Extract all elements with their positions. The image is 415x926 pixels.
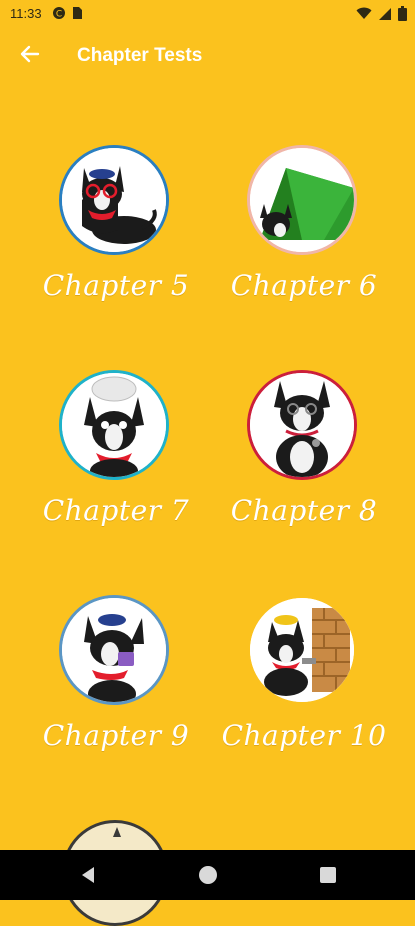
app-bar: Chapter Tests	[0, 28, 415, 84]
chef-dog-illustration-icon	[62, 373, 166, 477]
chapter-image-8	[247, 370, 357, 480]
chapter-card-6[interactable]: Chapter 6	[209, 145, 399, 320]
triangle-back-icon	[82, 867, 94, 883]
system-nav-bar	[0, 850, 415, 900]
chapter-label: Chapter 10	[221, 719, 387, 752]
page-title: Chapter Tests	[77, 45, 203, 66]
chapter-label: Chapter 7	[42, 494, 190, 527]
chapter-label: Chapter 6	[230, 269, 378, 302]
chapter-image-5	[59, 145, 169, 255]
chapter-label: Chapter 5	[42, 269, 190, 302]
signal-icon	[378, 7, 392, 24]
app-notification-icon: C	[52, 6, 66, 23]
dog-illustration-icon	[62, 148, 166, 252]
chapter-card-5[interactable]: Chapter 5	[21, 145, 211, 320]
status-right-icons	[356, 6, 407, 24]
chapter-image-6	[247, 145, 357, 255]
chapter-image-9	[59, 595, 169, 705]
sim-card-icon	[72, 6, 83, 23]
arrow-left-icon	[20, 45, 40, 68]
builder-dog-illustration-icon	[250, 598, 354, 702]
nav-home-button[interactable]	[199, 866, 217, 884]
doctor-dog-illustration-icon	[250, 373, 354, 477]
chapter-label: Chapter 8	[230, 494, 378, 527]
chapter-image-10	[247, 595, 357, 705]
chapter-card-10[interactable]: Chapter 10	[209, 595, 399, 770]
nav-back-button[interactable]	[78, 865, 98, 885]
battery-icon	[398, 6, 407, 24]
back-button[interactable]	[14, 40, 46, 72]
chapter-card-8[interactable]: Chapter 8	[209, 370, 399, 545]
chapter-card-9[interactable]: Chapter 9	[21, 595, 211, 770]
wifi-icon	[356, 7, 372, 23]
chapter-card-7[interactable]: Chapter 7	[21, 370, 211, 545]
status-bar: 11:33 C	[0, 0, 415, 28]
nav-recents-button[interactable]	[320, 867, 336, 883]
chapter-label: Chapter 9	[42, 719, 190, 752]
tent-dog-illustration-icon	[250, 148, 354, 252]
status-left-icons: C	[52, 6, 83, 23]
painter-dog-illustration-icon	[62, 598, 166, 702]
chapter-image-7	[59, 370, 169, 480]
svg-text:C: C	[56, 10, 62, 20]
status-time: 11:33	[10, 6, 42, 21]
